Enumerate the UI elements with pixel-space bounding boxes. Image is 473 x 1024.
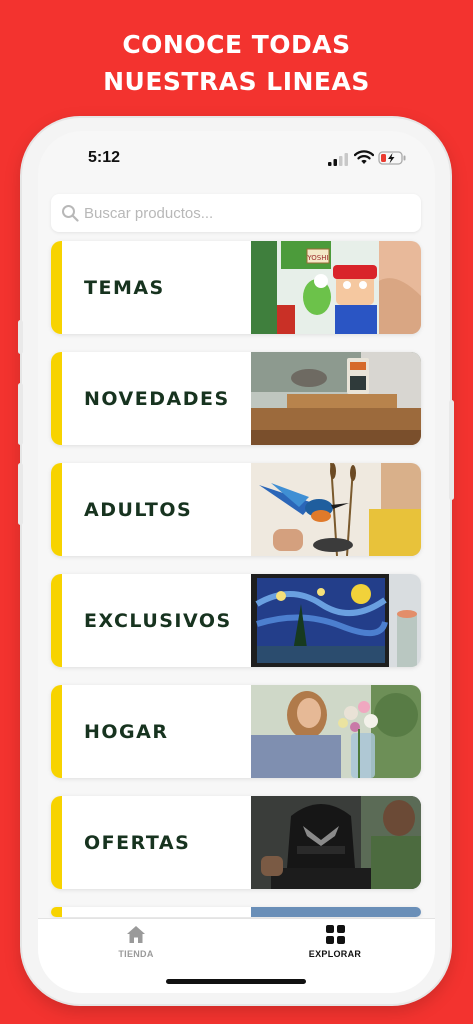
tab-tienda[interactable]: TIENDA: [86, 925, 186, 959]
category-card-hogar[interactable]: HOGAR: [51, 685, 421, 778]
search-icon: [62, 205, 79, 222]
category-image-temas: YOSHI: [251, 241, 421, 334]
category-image-partial: [251, 907, 421, 917]
category-accent-bar: [51, 463, 62, 556]
category-accent-bar: [51, 685, 62, 778]
category-card-exclusivos[interactable]: EXCLUSIVOS: [51, 574, 421, 667]
signal-icon: [328, 153, 348, 166]
promo-headline-line1: CONOCE TODAS: [122, 30, 351, 59]
category-label: HOGAR: [84, 720, 169, 743]
status-bar: 5:12: [38, 147, 435, 171]
category-image-novedades: [251, 352, 421, 445]
svg-text:YOSHI: YOSHI: [306, 254, 328, 262]
category-accent-bar: [51, 796, 62, 889]
category-card-ofertas[interactable]: OFERTAS: [51, 796, 421, 889]
category-image-hogar: [251, 685, 421, 778]
category-image-adultos: [251, 463, 421, 556]
promo-headline: CONOCE TODAS NUESTRAS LINEAS: [0, 26, 473, 100]
category-card-partial[interactable]: [51, 907, 421, 917]
category-label: ADULTOS: [84, 498, 193, 521]
phone-mute-switch: [18, 320, 23, 354]
category-card-adultos[interactable]: ADULTOS: [51, 463, 421, 556]
category-card-temas[interactable]: TEMAS YOSHI: [51, 241, 421, 334]
category-label: TEMAS: [84, 276, 165, 299]
wifi-icon: [354, 150, 374, 164]
battery-charging-icon: [378, 151, 406, 165]
tab-explorar[interactable]: EXPLORAR: [285, 925, 385, 959]
home-indicator: [166, 979, 306, 984]
category-image-ofertas: [251, 796, 421, 889]
phone-volume-down-button: [18, 463, 23, 525]
category-accent-bar: [51, 907, 62, 917]
phone-screen: 5:12 TEMAS: [38, 131, 435, 993]
tab-tienda-label: TIENDA: [118, 949, 154, 959]
category-label: NOVEDADES: [84, 387, 230, 410]
tab-explorar-label: EXPLORAR: [308, 949, 362, 959]
category-accent-bar: [51, 352, 62, 445]
search-input[interactable]: [84, 204, 384, 222]
category-accent-bar: [51, 574, 62, 667]
status-time: 5:12: [88, 149, 121, 166]
category-label: OFERTAS: [84, 831, 191, 854]
phone-volume-up-button: [18, 383, 23, 445]
home-icon: [127, 926, 145, 943]
category-label: EXCLUSIVOS: [84, 609, 232, 632]
category-accent-bar: [51, 241, 62, 334]
category-list[interactable]: TEMAS YOSHI NOVEDADES ADULTOS EXCLUSIVOS…: [51, 241, 421, 917]
category-card-novedades[interactable]: NOVEDADES: [51, 352, 421, 445]
search-bar[interactable]: [51, 194, 421, 232]
grid-icon: [325, 925, 345, 944]
promo-headline-line2: NUESTRAS LINEAS: [103, 67, 370, 96]
category-image-exclusivos: [251, 574, 421, 667]
phone-power-button: [449, 400, 454, 500]
